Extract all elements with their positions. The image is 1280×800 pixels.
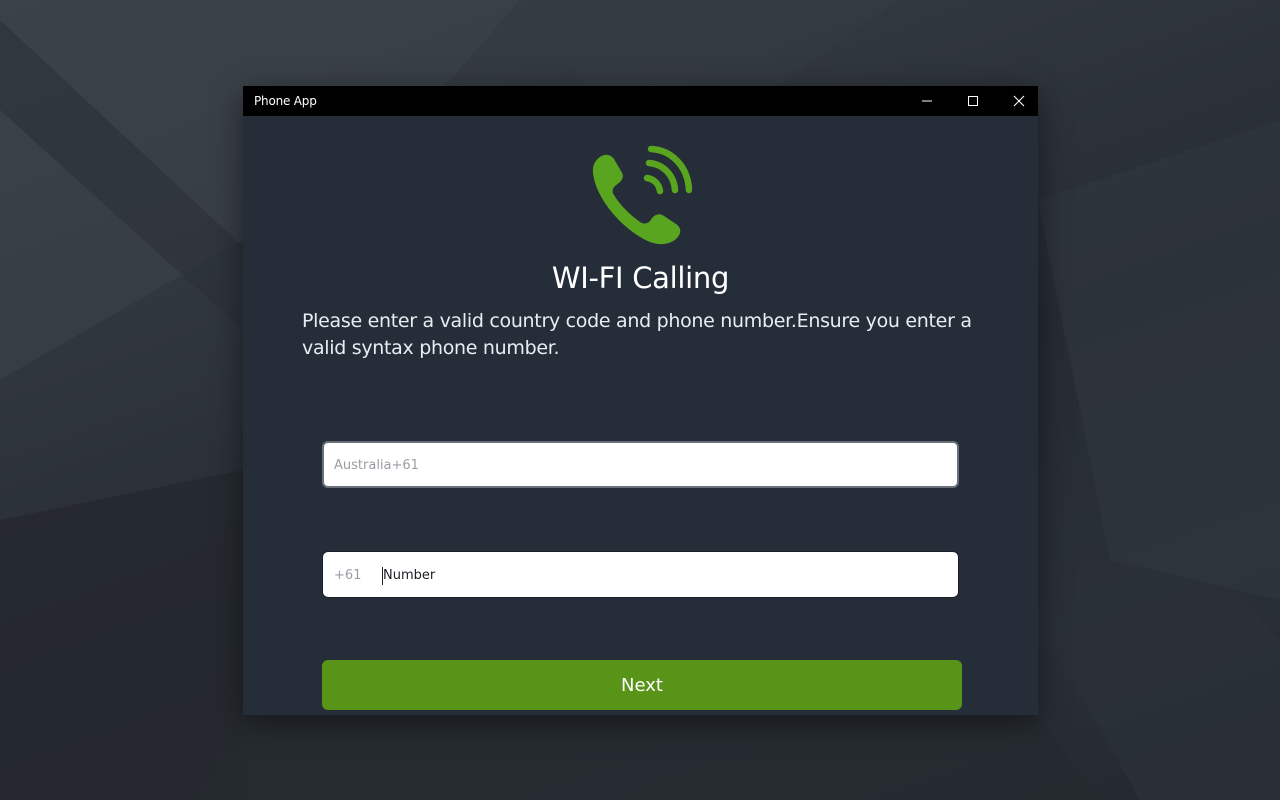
country-code-field[interactable]: Australia+61 [322, 441, 959, 488]
country-code-prefix: +61 [334, 568, 362, 583]
minimize-button[interactable] [904, 86, 950, 116]
phone-app-window: Phone App WI-FI Calling Please enter a v… [243, 86, 1038, 715]
close-icon [1013, 95, 1025, 107]
country-code-placeholder: Australia+61 [334, 458, 419, 473]
phone-number-input[interactable] [383, 566, 943, 585]
instructions-text: Please enter a valid country code and ph… [302, 310, 972, 359]
close-button[interactable] [996, 86, 1042, 116]
maximize-icon [968, 96, 978, 106]
window-title: Phone App [254, 94, 317, 108]
title-bar[interactable]: Phone App [243, 86, 1038, 116]
minimize-icon [922, 100, 932, 102]
phone-number-field[interactable]: +61 [322, 551, 959, 598]
next-button[interactable]: Next [322, 660, 962, 710]
maximize-button[interactable] [950, 86, 996, 116]
phone-wifi-icon [592, 145, 692, 245]
page-title: WI-FI Calling [551, 261, 730, 295]
